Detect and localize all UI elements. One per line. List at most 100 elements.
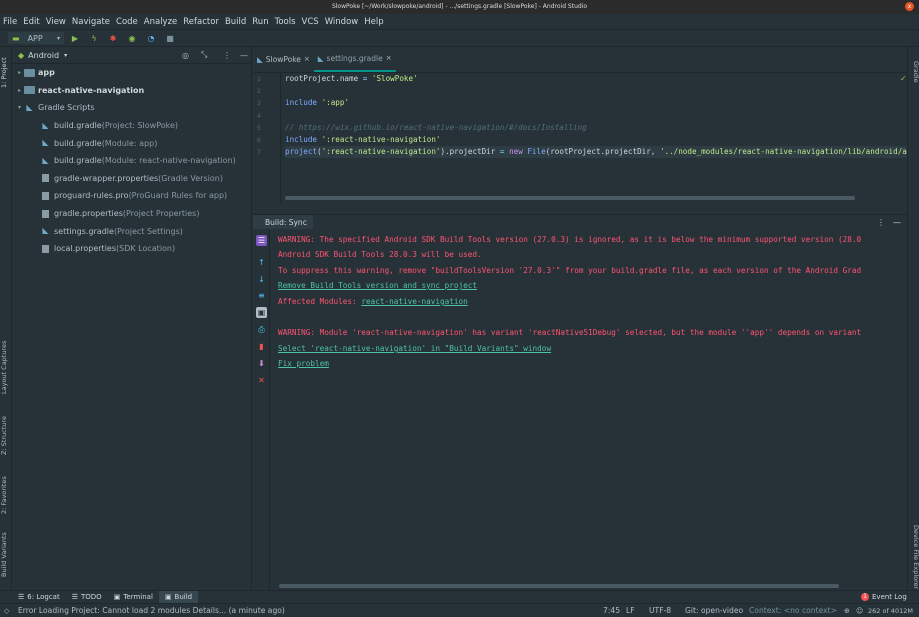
tab-icon: ☰ <box>71 593 78 601</box>
project-panel: ◆ Android ▾ ◎ ⤡ ⋮ — ▸ app ▸ react-native-na… <box>12 47 252 590</box>
menu-edit[interactable]: Edit <box>20 17 42 27</box>
event-log-tab[interactable]: 1 Event Log <box>861 593 907 601</box>
tree-item[interactable]: ◣ build.gradle (Module: app) <box>12 134 251 152</box>
menu-run[interactable]: Run <box>249 17 271 27</box>
line-number: 2 <box>257 87 261 96</box>
expand-arrow-icon[interactable]: ▸ <box>15 87 24 94</box>
folder-icon <box>24 86 35 95</box>
menu-refactor[interactable]: Refactor <box>180 17 222 27</box>
close-icon[interactable]: ✕ <box>256 375 267 386</box>
tree-item-detail: (Project Settings) <box>113 226 183 236</box>
menu-navigate[interactable]: Navigate <box>69 17 113 27</box>
build-link[interactable]: Remove Build Tools version and sync proj… <box>278 281 477 290</box>
collapse-icon[interactable]: ⤡ <box>201 50 207 60</box>
profile-icon[interactable]: ◔ <box>146 34 156 43</box>
target-icon[interactable]: ◎ <box>182 51 189 60</box>
build-line-text: Android SDK Build Tools 28.0.3 will be u… <box>278 250 482 259</box>
file-encoding[interactable]: UTF-8 <box>649 606 671 615</box>
apply-changes-icon[interactable]: ϟ <box>89 34 99 43</box>
chevron-down-icon[interactable]: ▾ <box>64 52 67 59</box>
tree-view-icon[interactable]: ☰ <box>256 235 267 246</box>
device-file-explorer-tab[interactable]: Device File Explorer <box>909 525 919 589</box>
stop-icon[interactable]: ■ <box>165 34 175 43</box>
bottom-tab-todo[interactable]: ☰ TODO <box>66 591 108 604</box>
structure-tab[interactable]: Z: Structure <box>0 412 12 460</box>
menu-vcs[interactable]: VCS <box>299 17 322 27</box>
menu-tools[interactable]: Tools <box>272 17 299 27</box>
tree-item[interactable]: ▸ react-native-navigation <box>12 82 251 100</box>
tree-item[interactable]: ◣ build.gradle (Project: SlowPoke) <box>12 117 251 135</box>
editor-horizontal-scrollbar[interactable] <box>285 196 855 200</box>
minimize-icon[interactable]: — <box>893 218 901 227</box>
tree-item-label: proguard-rules.pro <box>54 191 129 201</box>
attach-debugger-icon[interactable]: ◉ <box>127 34 137 43</box>
build-line-text: WARNING: Module 'react-native-navigation… <box>278 328 862 337</box>
favorites-tab[interactable]: 2: Favorites <box>0 472 12 518</box>
debug-icon[interactable]: ✱ <box>108 34 118 43</box>
tree-item[interactable]: ▾ ◣ Gradle Scripts <box>12 99 251 117</box>
tree-item-detail: (Gradle Version) <box>158 173 223 183</box>
context-indicator[interactable]: Context: <no context> <box>749 606 837 615</box>
memory-indicator[interactable]: 262 of 4012M <box>868 607 913 615</box>
build-variants-tab[interactable]: Build Variants <box>0 530 12 580</box>
status-message[interactable]: Error Loading Project: Cannot load 2 mod… <box>18 606 285 615</box>
menu-analyze[interactable]: Analyze <box>141 17 181 27</box>
build-horizontal-scrollbar[interactable] <box>279 584 839 588</box>
gradle-icon: ◣ <box>42 138 49 148</box>
tree-item[interactable]: ◣ build.gradle (Module: react-native-navi… <box>12 152 251 170</box>
bottom-tab-6-logcat[interactable]: ☰ 6: Logcat <box>12 591 66 604</box>
layout-captures-tab[interactable]: Layout Captures <box>0 337 12 397</box>
menu-code[interactable]: Code <box>113 17 141 27</box>
code-editor[interactable]: 1 2 3 4 5 6 7 rootProject.name = 'SlowPoke' in… <box>253 73 907 203</box>
close-tab-icon[interactable]: × <box>386 54 392 62</box>
menu-help[interactable]: Help <box>361 17 386 27</box>
affected-module-link[interactable]: react-native-navigation <box>361 297 467 306</box>
build-link[interactable]: Fix problem <box>278 359 329 368</box>
more-icon[interactable]: ⋮ <box>223 51 231 60</box>
bottom-tab-build[interactable]: ▣ Build <box>158 590 199 604</box>
menu-build[interactable]: Build <box>222 17 249 27</box>
project-view-select[interactable]: Android <box>28 51 59 60</box>
soft-wrap-icon[interactable]: ≡ <box>256 290 267 301</box>
expand-arrow-icon[interactable]: ▸ <box>15 69 24 76</box>
arrow-down-icon[interactable]: ↓ <box>256 274 267 285</box>
tree-item[interactable]: local.properties (SDK Location) <box>12 240 251 258</box>
build-message: WARNING: The specified Android SDK Build… <box>278 235 861 244</box>
editor-tab[interactable]: ◣ settings.gradle × <box>313 46 396 72</box>
scroll-to-end-icon[interactable]: ▣ <box>256 307 267 318</box>
menu-bar: File Edit View Navigate Code Analyze Refactor B… <box>0 14 919 30</box>
more-icon[interactable]: ⋮ <box>877 218 885 227</box>
tree-item[interactable]: gradle.properties (Project Properties) <box>12 205 251 223</box>
project-tool-tab[interactable]: 1: Project <box>0 51 12 95</box>
close-tab-icon[interactable]: × <box>304 55 310 63</box>
bottom-tab-terminal[interactable]: ▣ Terminal <box>108 591 159 604</box>
line-separator[interactable]: LF <box>626 606 635 615</box>
line-number: 4 <box>257 111 261 120</box>
event-badge-icon: 1 <box>861 593 869 601</box>
pin-icon[interactable]: ⬇ <box>256 358 267 369</box>
build-link[interactable]: Select 'react-native-navigation' in "Bui… <box>278 344 551 353</box>
arrow-up-icon[interactable]: ↑ <box>256 257 267 268</box>
tree-item[interactable]: proguard-rules.pro (ProGuard Rules for a… <box>12 187 251 205</box>
build-sync-tab[interactable]: Build: Sync <box>253 214 313 230</box>
run-config-select[interactable]: ▬ APP ▾ <box>8 32 64 44</box>
git-branch[interactable]: Git: open-video <box>685 606 743 615</box>
tree-item[interactable]: gradle-wrapper.properties (Gradle Versio… <box>12 170 251 188</box>
menu-window[interactable]: Window <box>322 17 362 27</box>
minimize-icon[interactable]: — <box>240 51 248 60</box>
file-icon <box>42 209 49 218</box>
tree-item-label: gradle.properties <box>54 209 123 219</box>
run-icon[interactable]: ▶ <box>70 34 80 43</box>
print-icon[interactable]: ⎙ <box>256 324 267 335</box>
menu-file[interactable]: File <box>0 17 20 27</box>
menu-view[interactable]: View <box>43 17 69 27</box>
window-close-button[interactable]: x <box>905 2 914 11</box>
tree-item[interactable]: ▸ app <box>12 64 251 82</box>
cursor-position[interactable]: 7:45 <box>603 606 620 615</box>
tree-item[interactable]: ◣ settings.gradle (Project Settings) <box>12 222 251 240</box>
editor-tab[interactable]: ◣ SlowPoke × <box>253 46 314 72</box>
expand-arrow-icon[interactable]: ▾ <box>15 104 24 111</box>
clear-icon[interactable]: ▮ <box>256 341 267 352</box>
gradle-tool-tab[interactable]: Gradle <box>909 61 919 85</box>
